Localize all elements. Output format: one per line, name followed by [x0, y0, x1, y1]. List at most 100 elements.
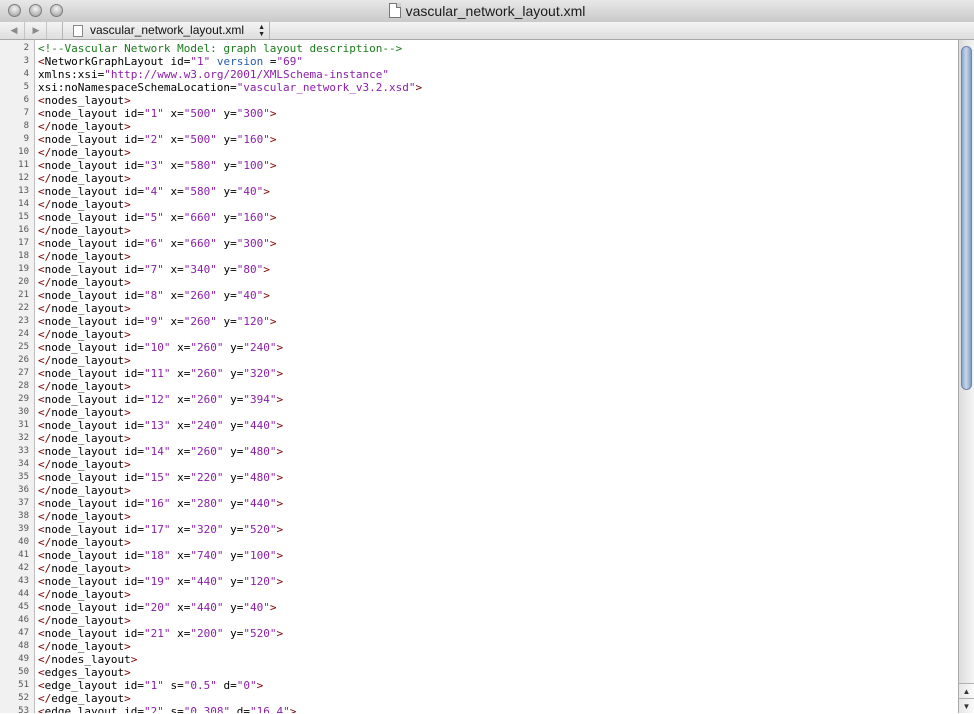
code-line[interactable]: xmlns:xsi="http://www.w3.org/2001/XMLSch… [38, 68, 389, 81]
code-line[interactable]: <node_layout id="5" x="660" y="160"> [38, 211, 276, 224]
code-line[interactable]: <node_layout id="14" x="260" y="480"> [38, 445, 283, 458]
code-line[interactable]: <edge_layout id="1" s="0.5" d="0"> [38, 679, 263, 692]
line-number: 42 [18, 563, 29, 573]
code-line[interactable]: <node_layout id="6" x="660" y="300"> [38, 237, 276, 250]
code-token-bracket: < [38, 367, 45, 380]
code-token-bracket: < [38, 393, 45, 406]
code-area[interactable]: <!--Vascular Network Model: graph layout… [38, 40, 956, 713]
code-token-raw: y= [216, 159, 237, 172]
file-popup-menu[interactable]: vascular_network_layout.xml ▲ ▼ [62, 22, 270, 39]
code-token-raw: id= [117, 237, 144, 250]
code-token-raw: x= [170, 445, 191, 458]
code-line[interactable]: </node_layout> [38, 328, 131, 341]
code-token-name: node_layout [44, 523, 118, 536]
code-token-name: node_layout [44, 497, 118, 510]
line-number: 10 [18, 147, 29, 157]
code-line[interactable]: </node_layout> [38, 458, 131, 471]
code-token-name: node_layout [44, 419, 118, 432]
code-token-raw: y= [223, 549, 244, 562]
code-token-val: "100" [236, 159, 270, 172]
code-token-bracket: </ [38, 536, 52, 549]
code-token-bracket: > [124, 250, 131, 263]
code-line[interactable]: </node_layout> [38, 406, 131, 419]
code-line[interactable]: <node_layout id="11" x="260" y="320"> [38, 367, 283, 380]
code-line[interactable]: </node_layout> [38, 432, 131, 445]
code-token-bracket: </ [38, 354, 52, 367]
code-line[interactable]: <node_layout id="16" x="280" y="440"> [38, 497, 283, 510]
code-line[interactable]: <node_layout id="8" x="260" y="40"> [38, 289, 270, 302]
code-line[interactable]: </node_layout> [38, 146, 131, 159]
code-line[interactable]: </node_layout> [38, 562, 131, 575]
code-line[interactable]: </node_layout> [38, 250, 131, 263]
code-line[interactable]: <NetworkGraphLayout id="1" version ="69" [38, 55, 303, 68]
code-line[interactable]: </node_layout> [38, 198, 131, 211]
vertical-scrollbar[interactable]: ▲ ▼ [958, 40, 974, 713]
code-line[interactable]: <node_layout id="4" x="580" y="40"> [38, 185, 270, 198]
code-token-val: "100" [243, 549, 277, 562]
code-line[interactable]: </node_layout> [38, 302, 131, 315]
code-line[interactable]: <node_layout id="12" x="260" y="394"> [38, 393, 283, 406]
code-token-bracket: > [276, 341, 284, 354]
code-line[interactable]: <node_layout id="19" x="440" y="120"> [38, 575, 283, 588]
code-line[interactable]: </node_layout> [38, 588, 131, 601]
code-token-raw: id= [117, 497, 144, 510]
code-token-val: "8" [143, 289, 164, 302]
document-icon [388, 3, 401, 18]
code-line[interactable]: </node_layout> [38, 354, 131, 367]
scrollbar-thumb[interactable] [961, 46, 972, 390]
scroll-down-button[interactable]: ▼ [959, 698, 974, 713]
code-token-bracket: > [124, 510, 131, 523]
code-token-bracket: > [276, 549, 284, 562]
code-line[interactable]: <node_layout id="2" x="500" y="160"> [38, 133, 276, 146]
code-line[interactable]: <node_layout id="18" x="740" y="100"> [38, 549, 283, 562]
code-editor[interactable]: 2 3 4 5 6 7 8 9 10 11 12 13 14 15 16 17 18 19 20 21 22 23 24 25… [0, 40, 958, 713]
code-line[interactable]: </node_layout> [38, 224, 131, 237]
code-token-raw: id= [117, 341, 144, 354]
line-number: 9 [23, 134, 29, 144]
scroll-up-button[interactable]: ▲ [959, 683, 974, 698]
code-line[interactable]: </node_layout> [38, 276, 131, 289]
back-button[interactable]: ◀ [4, 22, 25, 39]
code-token-val: "40" [243, 601, 270, 614]
code-token-name: node_layout [51, 354, 125, 367]
code-line[interactable]: <node_layout id="7" x="340" y="80"> [38, 263, 270, 276]
code-line[interactable]: </node_layout> [38, 640, 131, 653]
code-token-bracket: > [263, 289, 270, 302]
code-token-raw: y= [223, 445, 244, 458]
code-line[interactable]: <node_layout id="3" x="580" y="100"> [38, 159, 276, 172]
code-line[interactable]: <edges_layout> [38, 666, 131, 679]
code-line[interactable]: <node_layout id="1" x="500" y="300"> [38, 107, 276, 120]
code-line[interactable]: <node_layout id="13" x="240" y="440"> [38, 419, 283, 432]
code-line[interactable]: </node_layout> [38, 484, 131, 497]
code-line[interactable]: <node_layout id="15" x="220" y="480"> [38, 471, 283, 484]
code-token-bracket: < [38, 471, 45, 484]
code-line[interactable]: <node_layout id="17" x="320" y="520"> [38, 523, 283, 536]
code-token-val: "580" [183, 185, 217, 198]
code-token-name: node_layout [51, 562, 125, 575]
code-token-name: NetworkGraphLayout [44, 55, 164, 68]
code-line[interactable]: <!--Vascular Network Model: graph layout… [38, 42, 402, 55]
code-line[interactable]: xsi:noNamespaceSchemaLocation="vascular_… [38, 81, 422, 94]
code-line[interactable]: <node_layout id="9" x="260" y="120"> [38, 315, 276, 328]
code-line[interactable]: </node_layout> [38, 120, 131, 133]
code-line[interactable]: </node_layout> [38, 380, 131, 393]
code-line[interactable]: <edge_layout id="2" s="0.308" d="16.4"> [38, 705, 296, 713]
code-line[interactable]: </node_layout> [38, 172, 131, 185]
code-line[interactable]: <node_layout id="10" x="260" y="240"> [38, 341, 283, 354]
code-token-name: node_layout [51, 250, 125, 263]
code-line[interactable]: </nodes_layout> [38, 653, 137, 666]
code-line[interactable]: </node_layout> [38, 536, 131, 549]
code-line[interactable]: <node_layout id="21" x="200" y="520"> [38, 627, 283, 640]
code-token-val: "320" [243, 367, 277, 380]
code-line[interactable]: <nodes_layout> [38, 94, 131, 107]
code-line[interactable]: </edge_layout> [38, 692, 131, 705]
code-line[interactable]: <node_layout id="20" x="440" y="40"> [38, 601, 276, 614]
code-line[interactable]: </node_layout> [38, 510, 131, 523]
forward-button[interactable]: ▶ [26, 22, 47, 39]
code-token-bracket: > [276, 367, 284, 380]
code-line[interactable]: </node_layout> [38, 614, 131, 627]
code-token-bracket: > [124, 120, 131, 133]
code-token-bracket: > [124, 94, 131, 107]
code-token-val: "320" [190, 523, 224, 536]
code-token-raw: id= [117, 549, 144, 562]
